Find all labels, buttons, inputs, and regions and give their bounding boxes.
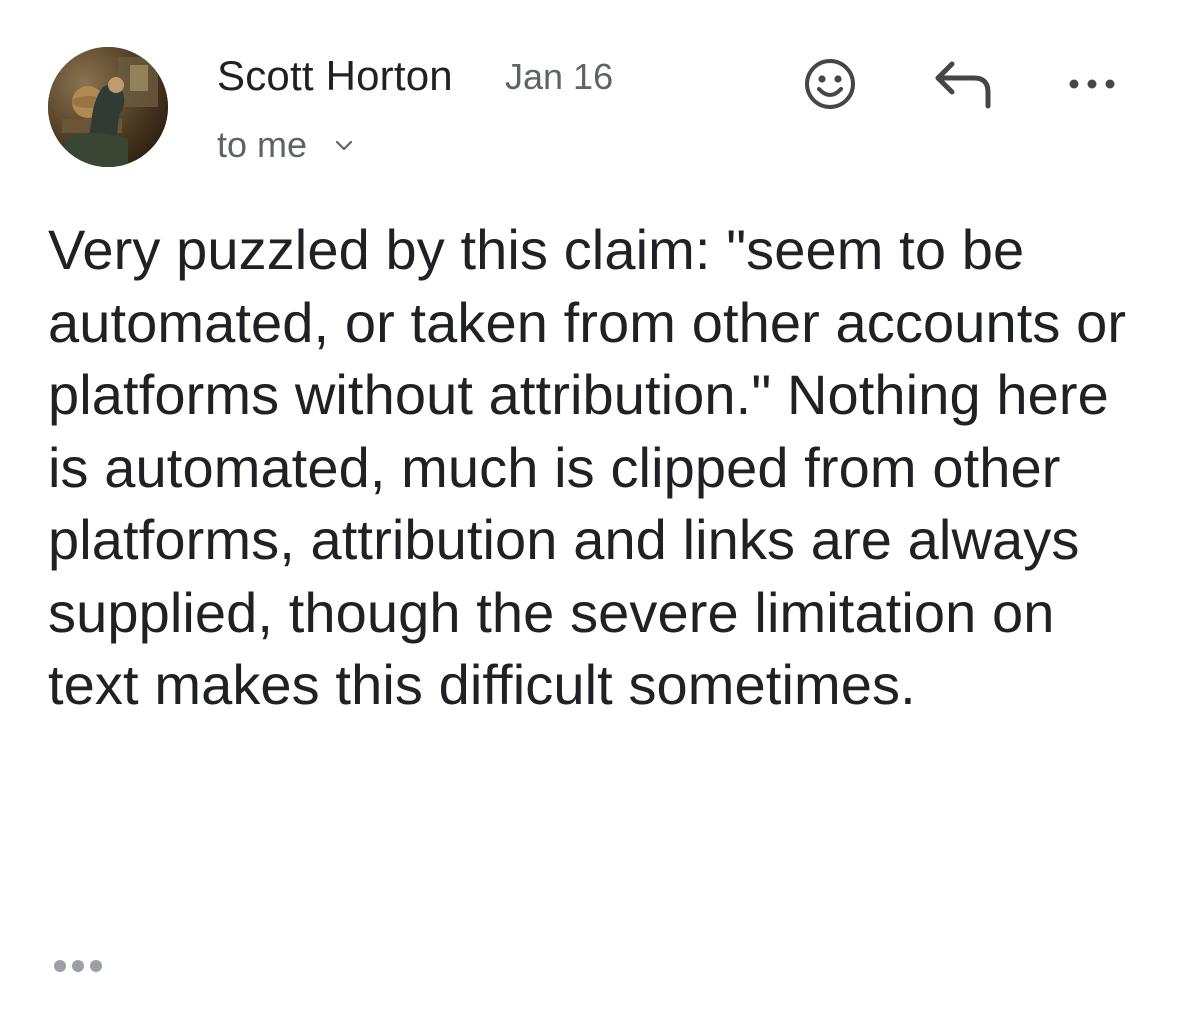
message-date: Jan 16	[505, 56, 614, 97]
reply-icon[interactable]	[930, 56, 996, 112]
email-message-view: Scott Horton Jan 16 to me Very puzzled b…	[0, 0, 1179, 1019]
ellipsis-icon[interactable]	[52, 956, 104, 976]
avatar-painting-image	[48, 47, 168, 167]
message-body: Very puzzled by this claim: "seem to be …	[48, 218, 1127, 716]
recipient-line[interactable]: to me	[217, 124, 355, 166]
emoji-icon[interactable]	[800, 54, 860, 114]
chevron-down-icon[interactable]	[333, 134, 355, 156]
recipient-label: to me	[217, 124, 308, 165]
sender-name[interactable]: Scott Horton	[217, 52, 453, 100]
sender-avatar[interactable]	[48, 47, 168, 167]
more-horiz-icon[interactable]	[1062, 66, 1122, 102]
